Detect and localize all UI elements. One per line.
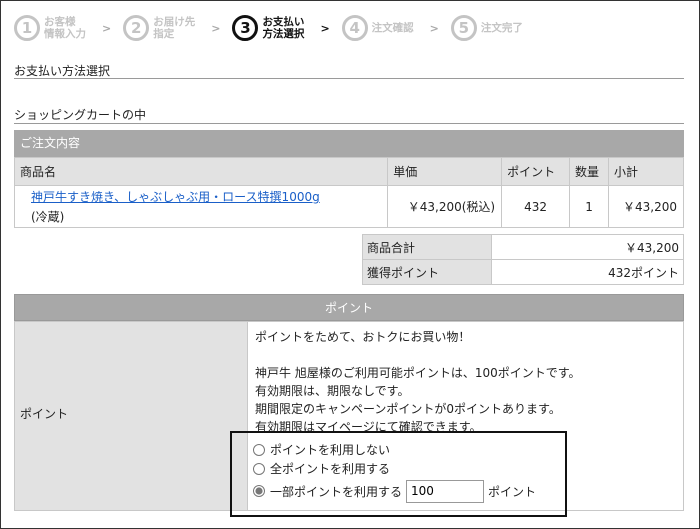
checkout-steps: 1 お客様 情報入力 > 2 お届け先 指定 > 3 お支払い 方法選択 > 4… — [14, 12, 529, 44]
chevron-right-icon: > — [102, 21, 112, 35]
step-confirm: 4 注文確認 — [341, 15, 414, 41]
points-info-line: 期間限定のキャンペーンポイントが0ポイントあります。 — [255, 402, 561, 416]
step-label-line2: 指定 — [153, 28, 175, 40]
order-table: 商品名 単価 ポイント 数量 小計 神戸牛すき焼き、しゃぶしゃぶ用・ロース特撰1… — [13, 157, 685, 228]
section-title-payment: お支払い方法選択 — [14, 64, 111, 78]
step-label-line1: お届け先 — [153, 16, 196, 28]
step-label-line1: 注文確認 — [371, 22, 414, 34]
summary-row-total: 商品合計 ￥43,200 — [362, 234, 684, 260]
subtotal-cell: ￥43,200 — [607, 185, 685, 228]
divider — [14, 123, 684, 124]
product-note: (冷蔵) — [31, 210, 65, 224]
step-number: 3 — [232, 15, 259, 41]
chevron-right-icon: > — [320, 21, 330, 35]
table-row: 神戸牛すき焼き、しゃぶしゃぶ用・ロース特撰1000g (冷蔵) ￥43,200(… — [13, 185, 685, 228]
step-customer-info: 1 お客様 情報入力 — [14, 15, 86, 41]
price-cell: ￥43,200(税込) — [387, 185, 503, 228]
summary-points-label: 獲得ポイント — [362, 259, 492, 285]
step-number: 4 — [341, 15, 368, 41]
step-label-line1: お客様 — [44, 16, 76, 28]
col-header-subtotal: 小計 — [607, 157, 685, 186]
step-delivery: 2 お届け先 指定 — [123, 15, 195, 41]
col-header-product: 商品名 — [13, 157, 389, 186]
points-cell: 432 — [501, 185, 571, 228]
points-info-line: 有効期限は、期限なしです。 — [255, 384, 410, 398]
product-link[interactable]: 神戸牛すき焼き、しゃぶしゃぶ用・ロース特撰1000g — [31, 188, 381, 205]
step-label-line2: 方法選択 — [262, 28, 305, 40]
col-header-qty: 数量 — [569, 157, 609, 186]
chevron-right-icon: > — [211, 21, 221, 35]
step-payment-method: 3 お支払い 方法選択 — [232, 15, 304, 41]
col-header-price: 単価 — [387, 157, 503, 186]
step-label-line1: 注文完了 — [480, 22, 523, 34]
step-number: 5 — [450, 15, 477, 41]
summary-total-value: ￥43,200 — [491, 234, 684, 260]
highlight-box — [230, 431, 567, 517]
step-number: 2 — [123, 15, 150, 41]
step-complete: 5 注文完了 — [450, 15, 523, 41]
order-header: ご注文内容 — [14, 130, 684, 157]
summary-total-label: 商品合計 — [362, 234, 492, 260]
step-label-line1: お支払い — [262, 16, 305, 28]
summary-points-value: 432ポイント — [491, 259, 684, 285]
points-label: ポイント — [20, 407, 69, 421]
points-info: ポイントをためて、おトクにお買い物！ 神戸牛 旭屋様のご利用可能ポイントは、10… — [255, 328, 675, 436]
points-header: ポイント — [14, 294, 684, 321]
table-header-row: 商品名 単価 ポイント 数量 小計 — [13, 157, 685, 186]
chevron-right-icon: > — [429, 21, 439, 35]
points-label-cell: ポイント — [15, 322, 248, 510]
product-cell: 神戸牛すき焼き、しゃぶしゃぶ用・ロース特撰1000g (冷蔵) — [13, 185, 389, 228]
points-info-line: ポイントをためて、おトクにお買い物！ — [255, 330, 471, 344]
col-header-points: ポイント — [501, 157, 571, 186]
section-title-cart: ショッピングカートの中 — [14, 108, 147, 122]
step-label-line2: 情報入力 — [44, 28, 86, 40]
qty-cell: 1 — [569, 185, 609, 228]
points-info-line: 神戸牛 旭屋様のご利用可能ポイントは、100ポイントです。 — [255, 366, 581, 380]
summary-row-points: 獲得ポイント 432ポイント — [362, 259, 684, 285]
summary-table: 商品合計 ￥43,200 獲得ポイント 432ポイント — [362, 234, 684, 285]
step-number: 1 — [14, 15, 40, 41]
divider — [14, 78, 684, 79]
